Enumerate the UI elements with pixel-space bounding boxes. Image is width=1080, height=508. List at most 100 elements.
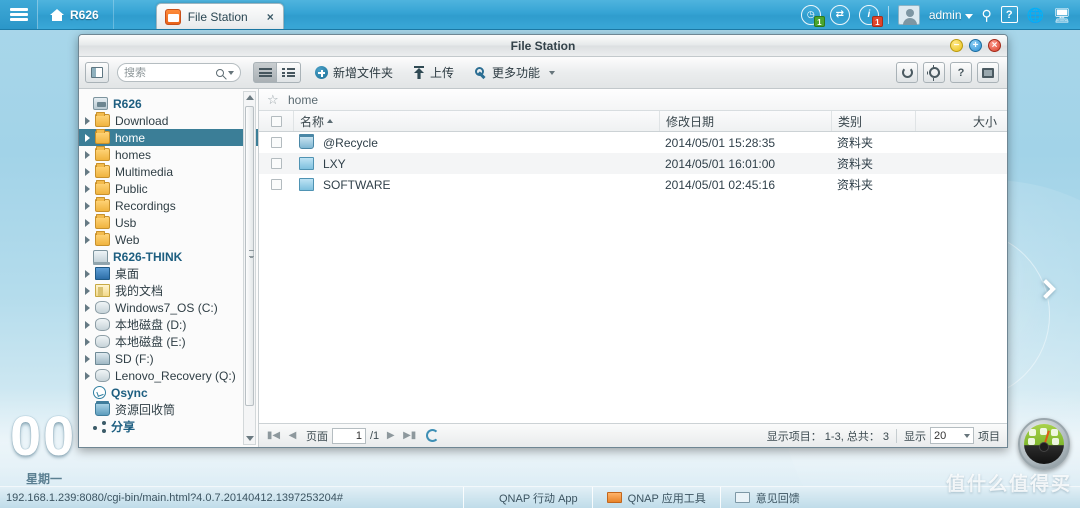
search-input[interactable]: [124, 66, 206, 79]
expand-arrow-icon[interactable]: [85, 201, 90, 210]
scrollbar-thumb[interactable]: [245, 106, 254, 406]
taskbar-item[interactable]: 意见回馈: [719, 486, 814, 508]
last-page-icon[interactable]: ▶▮: [402, 428, 417, 443]
search-icon[interactable]: ⚲: [982, 8, 992, 22]
tree-item-qsync[interactable]: Qsync: [79, 384, 258, 401]
select-all-cell[interactable]: [259, 115, 293, 127]
column-header-size[interactable]: 大小: [915, 111, 1007, 131]
close-icon[interactable]: ×: [267, 10, 274, 24]
expand-arrow-icon[interactable]: [85, 286, 90, 295]
expand-arrow-icon[interactable]: [85, 371, 90, 380]
tree-item-r626-think[interactable]: R626-THINK: [79, 248, 258, 265]
expand-arrow-icon[interactable]: [85, 235, 90, 244]
list-view-button[interactable]: [253, 62, 277, 83]
refresh-icon[interactable]: [426, 429, 440, 442]
close-button[interactable]: ×: [988, 39, 1001, 52]
avatar[interactable]: [897, 4, 920, 25]
row-select-cell[interactable]: [259, 137, 293, 148]
prev-page-icon[interactable]: ◀: [285, 428, 300, 443]
tree-item-lenovo-recovery-q[interactable]: Lenovo_Recovery (Q:): [79, 367, 258, 384]
page-input[interactable]: [332, 427, 366, 444]
expand-arrow-icon[interactable]: [85, 133, 90, 142]
detail-view-button[interactable]: [277, 62, 301, 83]
star-icon[interactable]: ☆: [267, 93, 280, 106]
per-page-select[interactable]: 20: [930, 427, 974, 444]
side-panel-toggle-button[interactable]: [85, 62, 109, 83]
refresh-button[interactable]: [896, 62, 918, 83]
tree-item-[interactable]: 我的文档: [79, 282, 258, 299]
tree-item-home[interactable]: home: [79, 129, 258, 146]
more-functions-button[interactable]: 更多功能: [468, 62, 561, 84]
expand-arrow-icon[interactable]: [85, 218, 90, 227]
expand-arrow-icon[interactable]: [85, 303, 90, 312]
maximize-button[interactable]: +: [969, 39, 982, 52]
tree-item-r626[interactable]: R626: [79, 95, 258, 112]
expand-arrow-icon[interactable]: [85, 150, 90, 159]
column-header-date[interactable]: 修改日期: [659, 111, 831, 131]
tree-item-public[interactable]: Public: [79, 180, 258, 197]
window-titlebar[interactable]: File Station − + ×: [79, 35, 1007, 57]
next-page-icon[interactable]: ▶: [383, 428, 398, 443]
settings-button[interactable]: [923, 62, 945, 83]
help-button[interactable]: ?: [950, 62, 972, 83]
taskbar-item[interactable]: QNAP 应用工具: [591, 486, 720, 508]
folder-icon: [95, 180, 110, 195]
tree-item-download[interactable]: Download: [79, 112, 258, 129]
main-menu-button[interactable]: [0, 0, 38, 29]
tree-item-usb[interactable]: Usb: [79, 214, 258, 231]
scroll-up-icon[interactable]: [246, 95, 254, 100]
table-row[interactable]: @Recycle 2014/05/01 15:28:35 资料夹: [259, 132, 1007, 153]
scroll-down-icon[interactable]: [246, 436, 254, 441]
cell-type: 资料夹: [837, 178, 874, 192]
table-row[interactable]: SOFTWARE 2014/05/01 02:45:16 资料夹: [259, 174, 1007, 195]
row-checkbox[interactable]: [270, 137, 282, 148]
minimize-button[interactable]: −: [950, 39, 963, 52]
tree-item-sd-f[interactable]: SD (F:): [79, 350, 258, 367]
user-menu-button[interactable]: admin: [929, 8, 973, 22]
expand-arrow-icon[interactable]: [85, 337, 90, 346]
expand-arrow-icon[interactable]: [85, 184, 90, 193]
upload-button[interactable]: 上传: [407, 62, 460, 84]
select-all-checkbox[interactable]: [270, 115, 282, 127]
new-folder-button[interactable]: 新增文件夹: [309, 62, 399, 84]
next-desktop-button[interactable]: [1018, 258, 1074, 320]
column-header-type[interactable]: 类别: [831, 111, 915, 131]
row-checkbox[interactable]: [270, 158, 282, 169]
tree-item-d[interactable]: 本地磁盘 (D:): [79, 316, 258, 333]
expand-arrow-icon[interactable]: [85, 354, 90, 363]
external-device-icon[interactable]: ⇄: [829, 4, 850, 25]
row-checkbox[interactable]: [270, 179, 282, 190]
help-icon[interactable]: ?: [1000, 6, 1018, 23]
taskbar-item[interactable]: QNAP 行动 App: [463, 486, 592, 508]
tree-item-[interactable]: 资源回收筒: [79, 401, 258, 418]
tree-item-[interactable]: 分享: [79, 418, 258, 435]
transfer-monitor-button[interactable]: [977, 62, 999, 83]
first-page-icon[interactable]: ▮◀: [266, 428, 281, 443]
tree-item-windows7-os-c[interactable]: Windows7_OS (C:): [79, 299, 258, 316]
resource-monitor-widget[interactable]: [1018, 418, 1070, 470]
globe-icon[interactable]: 🌐: [1027, 8, 1044, 22]
tree-item-web[interactable]: Web: [79, 231, 258, 248]
tree-item-homes[interactable]: homes: [79, 146, 258, 163]
row-select-cell[interactable]: [259, 179, 293, 190]
background-tasks-icon[interactable]: ◷ 1: [800, 4, 825, 27]
expand-arrow-icon[interactable]: [85, 167, 90, 176]
expand-arrow-icon[interactable]: [85, 320, 90, 329]
expand-arrow-icon[interactable]: [85, 269, 90, 278]
sidebar-scrollbar[interactable]: [243, 91, 256, 445]
chevron-down-icon[interactable]: [228, 70, 234, 75]
column-header-name[interactable]: 名称: [293, 111, 659, 131]
event-notifications-icon[interactable]: i 1: [858, 4, 883, 27]
search-box[interactable]: [117, 63, 241, 82]
breadcrumb-path[interactable]: home: [288, 93, 318, 107]
tree-item-[interactable]: 桌面: [79, 265, 258, 282]
row-select-cell[interactable]: [259, 158, 293, 169]
tab-file-station[interactable]: File Station ×: [155, 3, 284, 29]
tree-item-e[interactable]: 本地磁盘 (E:): [79, 333, 258, 350]
tree-item-multimedia[interactable]: Multimedia: [79, 163, 258, 180]
expand-arrow-icon[interactable]: [85, 116, 90, 125]
home-nas-button[interactable]: R626: [38, 0, 114, 29]
tree-item-recordings[interactable]: Recordings: [79, 197, 258, 214]
table-row[interactable]: LXY 2014/05/01 16:01:00 资料夹: [259, 153, 1007, 174]
monitor-icon[interactable]: 🖥: [1053, 8, 1071, 22]
